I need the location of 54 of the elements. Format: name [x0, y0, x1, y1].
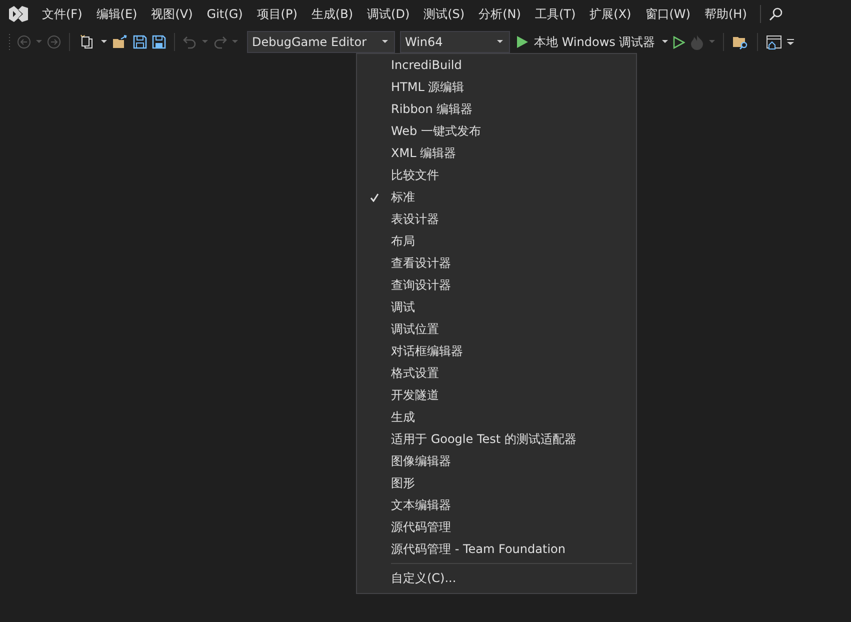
caret-icon[interactable]	[662, 40, 668, 44]
menu-item[interactable]: 生成	[357, 406, 636, 428]
menu-item[interactable]: 图形	[357, 472, 636, 494]
menu-item[interactable]: 标准	[357, 186, 636, 208]
menu-item[interactable]: 帮助(H)	[699, 2, 752, 26]
visual-studio-logo-icon	[7, 5, 29, 23]
menu-item[interactable]: 源代码管理 - Team Foundation	[357, 538, 636, 560]
menu-item[interactable]: 查询设计器	[357, 274, 636, 296]
configuration-dropdown[interactable]: DebugGame Editor	[247, 31, 395, 53]
menu-item[interactable]: 调试(D)	[362, 2, 415, 26]
menu-item[interactable]: 源代码管理	[357, 516, 636, 538]
menu-item[interactable]: Web 一键式发布	[357, 120, 636, 142]
menu-item[interactable]: 生成(B)	[306, 2, 358, 26]
menu-item[interactable]: 对话框编辑器	[357, 340, 636, 362]
save-icon[interactable]	[133, 35, 147, 49]
menu-item[interactable]: XML 编辑器	[357, 142, 636, 164]
window-home-icon[interactable]	[766, 34, 782, 50]
open-folder-icon[interactable]	[112, 35, 128, 49]
menu-item[interactable]: 查看设计器	[357, 252, 636, 274]
menu-item[interactable]: HTML 源编辑	[357, 76, 636, 98]
menu-item[interactable]: 适用于 Google Test 的测试适配器	[357, 428, 636, 450]
menu-item[interactable]: 格式设置	[357, 362, 636, 384]
menu-item[interactable]: Ribbon 编辑器	[357, 98, 636, 120]
overflow-icon[interactable]	[787, 39, 794, 45]
caret-icon	[497, 40, 503, 44]
menu-item[interactable]: 开发隧道	[357, 384, 636, 406]
caret-icon	[382, 40, 388, 44]
menu-item[interactable]: IncrediBuild	[357, 54, 636, 76]
menu-item[interactable]: 图像编辑器	[357, 450, 636, 472]
start-debugging-button[interactable]: 本地 Windows 调试器	[515, 34, 658, 50]
menu-item[interactable]: 视图(V)	[146, 2, 198, 26]
play-icon	[517, 36, 528, 48]
caret-icon[interactable]	[101, 40, 107, 44]
menu-item[interactable]: 项目(P)	[252, 2, 302, 26]
menu-item[interactable]: 分析(N)	[474, 2, 526, 26]
folder-search-icon[interactable]	[732, 34, 750, 50]
menu-item[interactable]: 编辑(E)	[91, 2, 142, 26]
save-all-icon[interactable]	[152, 35, 166, 49]
menu-item[interactable]: 工具(T)	[530, 2, 581, 26]
menu-item[interactable]: Git(G)	[202, 2, 248, 26]
menu-item[interactable]: 文件(F)	[37, 2, 88, 26]
play-outline-icon[interactable]	[673, 36, 686, 48]
menu-item[interactable]: 布局	[357, 230, 636, 252]
customize-menu-item[interactable]: 自定义(C)...	[357, 567, 636, 589]
platform-dropdown[interactable]: Win64	[400, 31, 510, 53]
menu-item[interactable]: 调试	[357, 296, 636, 318]
menu-item[interactable]: 比较文件	[357, 164, 636, 186]
menu-item[interactable]: 测试(S)	[418, 2, 470, 26]
menu-item[interactable]: 表设计器	[357, 208, 636, 230]
menu-item[interactable]: 文本编辑器	[357, 494, 636, 516]
search-icon[interactable]	[768, 7, 783, 21]
menu-item[interactable]: 调试位置	[357, 318, 636, 340]
menu-item[interactable]: 扩展(X)	[584, 2, 636, 26]
menu-item[interactable]: 窗口(W)	[640, 2, 696, 26]
